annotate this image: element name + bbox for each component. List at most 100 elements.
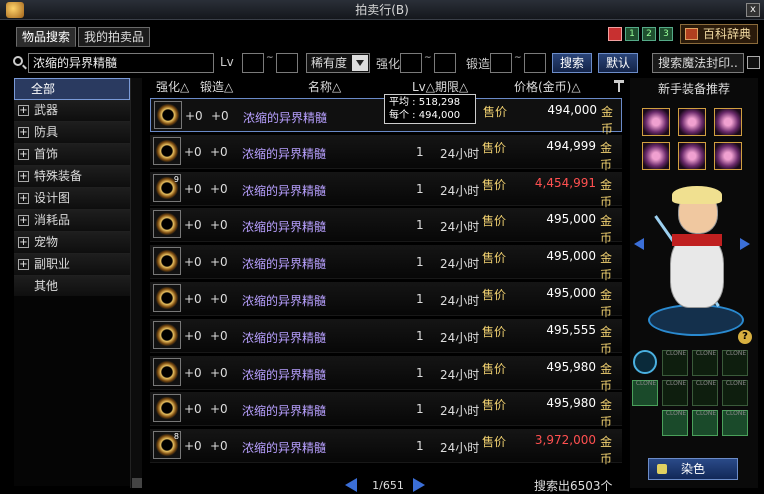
sidebar-scrollbar[interactable] [130, 78, 142, 488]
equipment-clone-slot[interactable]: CLONE [662, 350, 688, 376]
listing-row[interactable]: +0 +0 浓缩的异界精髓 1 24小时 售价 495,000 金币 [150, 208, 622, 245]
listing-row[interactable]: +0 +0 浓缩的异界精髓 1 24小时 售价 494,999 金币 [150, 134, 622, 172]
rarity-select[interactable]: 稀有度 [306, 53, 370, 73]
clone-label: CLONE [665, 350, 687, 357]
help-icon[interactable]: ? [738, 330, 752, 344]
expand-plus-icon[interactable]: + [18, 105, 29, 116]
listing-row[interactable]: +0 +0 浓缩的异界精髓 1 24小时 售价 495,000 金币 [150, 245, 622, 282]
level-max-input[interactable] [276, 53, 298, 73]
expand-plus-icon[interactable]: + [18, 127, 29, 138]
equipment-clone-slot[interactable]: CLONE [722, 350, 748, 376]
search-button[interactable]: 搜索 [552, 53, 592, 73]
page-button-3[interactable]: 3 [658, 27, 673, 41]
equipment-clone-slot[interactable]: CLONE [692, 350, 718, 376]
category-label: 全部 [31, 82, 56, 96]
page-button-1[interactable]: 1 [624, 27, 639, 41]
expand-plus-icon[interactable]: + [18, 149, 29, 160]
search-input[interactable]: 浓缩的异界精髓 [28, 53, 214, 73]
refresh-icon[interactable] [633, 350, 657, 374]
item-level: 1 [416, 365, 424, 380]
listing-row[interactable]: +0 +0 浓缩的异界精髓 1 24小时 售价 495,000 金币 [150, 282, 622, 319]
listing-row[interactable]: 9 +0 +0 浓缩的异界精髓 1 24小时 售价 4,454,991 金币 [150, 171, 622, 209]
item-icon[interactable]: 9 [153, 173, 181, 202]
equipment-clone-slot[interactable]: CLONE [722, 380, 748, 406]
save-disk-icon[interactable] [607, 27, 622, 41]
forge-min-input[interactable] [490, 53, 512, 73]
category-item[interactable]: + 消耗品 [14, 210, 130, 232]
item-icon[interactable] [153, 357, 181, 386]
column-header-forge[interactable]: 锻造△ [200, 78, 233, 96]
listing-row[interactable]: 8 +0 +0 浓缩的异界精髓 1 24小时 售价 3,972,000 金币 [150, 429, 622, 466]
category-item[interactable]: 其他 [14, 276, 130, 298]
equipment-clone-slot[interactable]: CLONE [662, 380, 688, 406]
level-min-input[interactable] [242, 53, 264, 73]
equipment-clone-slot[interactable]: CLONE [722, 410, 748, 436]
recommend-item-slot[interactable] [678, 108, 706, 136]
listing-row[interactable]: +0 +0 浓缩的异界精髓 1 24小时 售价 495,980 金币 [150, 392, 622, 429]
level-label: Lv [220, 55, 234, 69]
chevron-down-icon [352, 55, 368, 71]
book-icon [684, 28, 698, 40]
item-icon[interactable]: 8 [153, 431, 181, 460]
pin-icon[interactable] [614, 80, 624, 92]
default-button[interactable]: 默认 [598, 53, 638, 73]
equipment-clone-slot[interactable]: CLONE [692, 380, 718, 406]
item-icon[interactable] [153, 210, 181, 239]
expand-plus-icon[interactable]: + [18, 259, 29, 270]
column-header-enhance[interactable]: 强化△ [156, 78, 189, 96]
listing-row[interactable]: +0 +0 浓缩的异界精髓 1 24小时 售价 495,980 金币 [150, 355, 622, 393]
recommend-item-slot[interactable] [678, 142, 706, 170]
forge-value: +0 [210, 144, 228, 159]
item-level: 1 [416, 181, 424, 196]
category-label: 设计图 [34, 191, 71, 205]
item-icon[interactable] [154, 101, 182, 129]
category-item[interactable]: + 副职业 [14, 254, 130, 276]
equipment-clone-slot[interactable]: CLONE [692, 410, 718, 436]
expand-plus-icon[interactable]: + [18, 171, 29, 182]
next-character-icon[interactable] [740, 238, 750, 250]
item-icon[interactable] [153, 394, 181, 423]
item-level: 1 [416, 144, 424, 159]
category-item[interactable]: + 首饰 [14, 144, 130, 166]
tab-item-search[interactable]: 物品搜索 [16, 27, 77, 47]
magic-seal-checkbox[interactable] [747, 56, 760, 69]
prev-page-icon[interactable] [345, 478, 357, 492]
expand-plus-icon[interactable]: + [18, 193, 29, 204]
result-count: 搜索出6503个 [534, 479, 613, 493]
magic-seal-search-button[interactable]: 搜索魔法封印.. [652, 53, 744, 73]
forge-max-input[interactable] [524, 53, 546, 73]
tab-my-auctions[interactable]: 我的拍卖品 [78, 27, 151, 47]
enhance-min-input[interactable] [400, 53, 422, 73]
item-icon[interactable] [153, 284, 181, 312]
tooltip-each-label: 每个 [389, 110, 409, 121]
expand-plus-icon[interactable]: + [18, 215, 29, 226]
category-item[interactable]: + 宠物 [14, 232, 130, 254]
equipment-clone-slot[interactable]: CLONE [662, 410, 688, 436]
dye-button[interactable]: 染色 [648, 458, 738, 480]
item-icon[interactable] [153, 136, 181, 165]
item-icon[interactable] [153, 320, 181, 349]
item-icon[interactable] [153, 247, 181, 276]
column-header-name[interactable]: 名称△ [308, 78, 341, 96]
category-item[interactable]: + 防具 [14, 122, 130, 144]
page-button-2[interactable]: 2 [641, 27, 656, 41]
enhance-max-input[interactable] [434, 53, 456, 73]
recommend-item-slot[interactable] [642, 108, 670, 136]
column-header-price[interactable]: 价格(金币)△ [514, 78, 581, 96]
sell-label: 售价 [482, 361, 507, 376]
category-item[interactable]: + 武器 [14, 100, 130, 122]
category-item[interactable]: 全部 [14, 78, 130, 100]
listing-row[interactable]: +0 +0 浓缩的异界精髓 1 24小时 售价 495,555 金币 [150, 318, 622, 356]
next-page-icon[interactable] [413, 478, 425, 492]
expand-plus-icon[interactable]: + [18, 237, 29, 248]
scroll-down-icon[interactable] [132, 478, 142, 488]
close-button[interactable]: x [746, 3, 760, 17]
category-item[interactable]: + 设计图 [14, 188, 130, 210]
recommend-item-slot[interactable] [714, 142, 742, 170]
item-price: 494,000 [547, 103, 597, 117]
recommend-item-slot[interactable] [642, 142, 670, 170]
equipment-clone-slot[interactable]: CLONE [632, 380, 658, 406]
encyclopedia-button[interactable]: 百科辞典 [679, 24, 758, 44]
category-item[interactable]: + 特殊装备 [14, 166, 130, 188]
recommend-item-slot[interactable] [714, 108, 742, 136]
